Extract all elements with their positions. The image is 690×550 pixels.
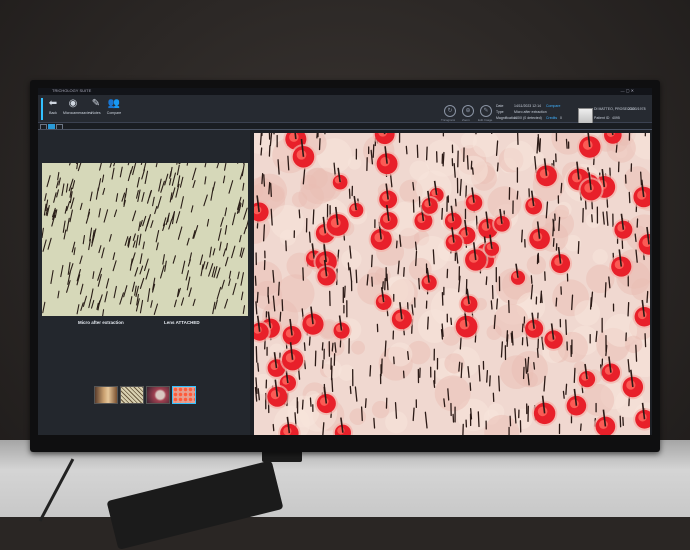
window-controls[interactable]: — ▢ ✕ (621, 88, 634, 93)
thumbnail-2[interactable] (120, 386, 144, 404)
notes-button[interactable]: ✎ Notes (86, 98, 106, 120)
microcamera-label: Microcameraaview (63, 110, 83, 116)
caption-lens-attached: Lens ATTACHED (164, 320, 200, 325)
type-value: Micro after extraction (514, 110, 547, 114)
compare-link[interactable]: Compare (546, 104, 560, 108)
toolbar: ⬅ Back ◉ Microcameraaview ✎ Notes 👥 Comp… (38, 95, 652, 123)
compare-label: Compare (104, 110, 124, 116)
date-label: Date (496, 104, 503, 108)
magnification-value: 100X (0 detected) (514, 116, 542, 120)
main-scalp-image[interactable] (254, 133, 650, 435)
title-bar: TRICHOLOGY SUITE — ▢ ✕ (38, 88, 652, 95)
edit-icon[interactable]: ✎ (480, 105, 492, 117)
patient-id-label: Patient ID (594, 116, 609, 120)
patient-id-value: 4095 (612, 116, 620, 120)
camera-lens-icon: ◉ (63, 98, 83, 110)
date-value: 14/11/2023 12:14 (514, 104, 541, 108)
compare-button[interactable]: 👥 Compare (104, 98, 124, 120)
left-panel: Micro after extraction Lens ATTACHED (38, 130, 250, 435)
back-button[interactable]: ⬅ Back (41, 98, 63, 120)
caption-micro-after-extraction: Micro after extraction (78, 320, 124, 325)
back-arrow-icon: ⬅ (43, 98, 63, 110)
type-label: Type (496, 110, 504, 114)
microcamera-button[interactable]: ◉ Microcameraaview (63, 98, 83, 120)
app-title: TRICHOLOGY SUITE (52, 88, 91, 93)
zoom-caption: Zoom (462, 118, 470, 122)
monitor-screen: TRICHOLOGY SUITE — ▢ ✕ ⬅ Back ◉ Microcam… (38, 88, 652, 435)
thumbnail-4[interactable] (172, 386, 196, 404)
notes-label: Notes (86, 110, 106, 116)
rotate-caption: Tricogrami (441, 118, 455, 122)
notes-icon: ✎ (86, 98, 106, 110)
people-icon: 👥 (104, 98, 124, 110)
edit-caption: Edit Image (478, 118, 492, 122)
credits-link[interactable]: Credits (546, 116, 557, 120)
thumbnail-1[interactable] (94, 386, 118, 404)
rotate-icon[interactable]: ↻ (444, 105, 456, 117)
zoom-icon[interactable]: ⊕ (462, 105, 474, 117)
back-label: Back (43, 110, 63, 116)
thumbnail-3[interactable] (146, 386, 170, 404)
credits-value: 0 (560, 116, 562, 120)
micro-preview-image[interactable] (42, 163, 248, 316)
patient-birthdate: 23/03/1978 (628, 107, 646, 111)
